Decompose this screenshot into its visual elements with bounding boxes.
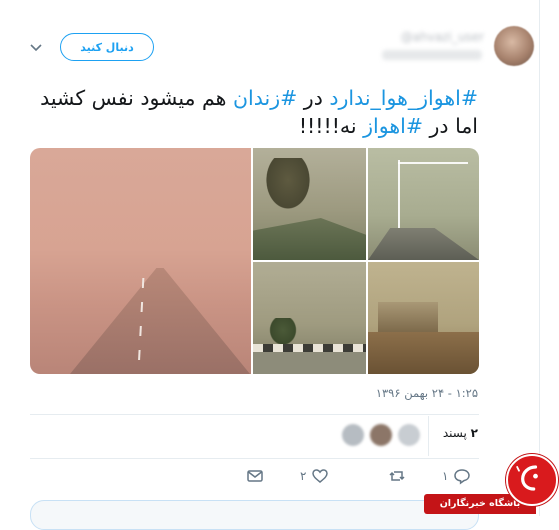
photo-grass <box>253 218 366 260</box>
hashtag-link[interactable]: #اهواز <box>363 114 423 138</box>
like-button[interactable]: ۲ <box>300 466 329 486</box>
watermark-glyph <box>516 465 538 491</box>
heart-icon <box>312 469 329 483</box>
dm-button[interactable] <box>246 466 264 486</box>
user-name-blur <box>382 50 482 60</box>
likes-summary[interactable]: ۲ پسند <box>428 426 478 440</box>
media-photo-ruins[interactable] <box>368 262 479 374</box>
media-photo-park-road[interactable] <box>253 148 366 260</box>
user-handle[interactable]: @ahvazi_user <box>356 30 484 44</box>
retweet-button[interactable] <box>388 466 406 486</box>
reply-count: ۱ <box>442 469 449 483</box>
retweet-icon <box>389 471 405 481</box>
tweet-text-part: در <box>297 86 330 110</box>
likes-count: ۲ <box>470 426 478 440</box>
chevron-down-icon[interactable] <box>28 40 44 54</box>
like-count: ۲ <box>300 469 307 483</box>
photo-structure <box>378 302 438 332</box>
liker-avatar[interactable] <box>370 424 392 446</box>
hashtag-link[interactable]: #اهواز_هوا_ندارد <box>329 86 478 110</box>
follow-button[interactable]: دنبال کنید <box>60 33 154 61</box>
media-photo-palm-curb[interactable] <box>253 262 366 374</box>
liker-avatar[interactable] <box>398 424 420 446</box>
divider <box>30 458 479 459</box>
mail-icon <box>247 470 263 482</box>
photo-dirt <box>368 332 479 374</box>
media-photo-crane-road[interactable] <box>368 148 479 260</box>
photo-curb <box>253 344 366 352</box>
photo-crane <box>398 160 400 235</box>
liker-avatar[interactable] <box>342 424 364 446</box>
divider <box>428 416 429 456</box>
photo-tree <box>263 158 313 213</box>
hashtag-link[interactable]: #زندان <box>233 86 297 110</box>
photo-ground <box>253 352 366 374</box>
tweet-media-grid <box>30 148 479 374</box>
tweet-text: #اهواز_هوا_ندارد در #زندان هم میشود نفس … <box>40 84 478 140</box>
window-edge <box>539 0 559 516</box>
watermark-logo-icon <box>506 454 558 506</box>
media-photo-dusty-highway[interactable] <box>30 148 251 374</box>
likes-label: پسند <box>442 426 467 440</box>
tweet-text-part: نه!!!!! <box>298 114 364 138</box>
avatar[interactable] <box>494 26 534 66</box>
photo-road <box>70 268 250 374</box>
photo-road <box>368 228 479 260</box>
likers-avatars[interactable] <box>340 424 422 448</box>
tweet-timestamp[interactable]: ۱:۲۵ - ۲۴ بهمن ۱۳۹۶ <box>318 386 478 400</box>
reply-input[interactable] <box>30 500 479 530</box>
reply-icon <box>454 469 471 485</box>
divider <box>30 414 479 415</box>
reply-button[interactable]: ۱ <box>442 466 471 486</box>
photo-crane-arm <box>398 162 468 164</box>
